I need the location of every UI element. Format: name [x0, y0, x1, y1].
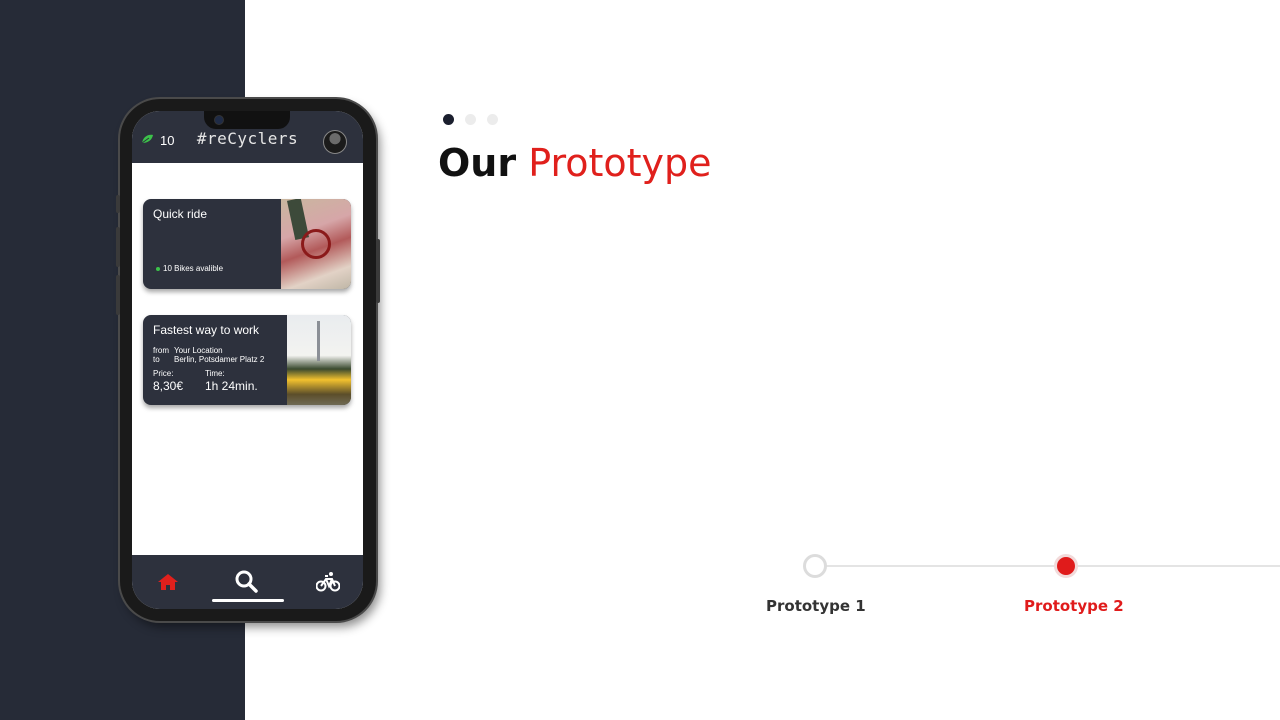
- user-avatar[interactable]: [323, 130, 347, 154]
- timeline-node-prototype-2[interactable]: [1054, 554, 1078, 578]
- card-title: Fastest way to work: [153, 323, 260, 337]
- phone-mute-switch: [116, 195, 120, 213]
- phone-volume-up: [116, 227, 120, 267]
- timeline-node-prototype-1[interactable]: [803, 554, 827, 578]
- title-accent: Prototype: [528, 141, 712, 185]
- front-camera: [214, 115, 224, 125]
- timeline-track: [816, 565, 1280, 567]
- from-value: Your Location: [174, 346, 223, 355]
- quick-ride-card[interactable]: Quick ride 10 Bikes avalible: [143, 199, 351, 289]
- folding-bike-image: [281, 199, 351, 289]
- price-label: Price:: [153, 369, 174, 378]
- bikes-available-status: 10 Bikes avalible: [163, 264, 224, 273]
- phone-volume-down: [116, 275, 120, 315]
- card-title: Quick ride: [153, 207, 208, 221]
- to-label: to: [153, 355, 160, 364]
- time-value: 1h 24min.: [205, 379, 258, 393]
- home-indicator: [212, 599, 284, 602]
- home-icon[interactable]: [157, 573, 179, 591]
- from-label: from: [153, 346, 169, 355]
- fastest-way-card[interactable]: Fastest way to work from Your Location t…: [143, 315, 351, 405]
- timeline-label-prototype-1[interactable]: Prototype 1: [766, 597, 866, 615]
- to-value: Berlin, Potsdamer Platz 2: [174, 355, 265, 364]
- pager-dot-active[interactable]: [443, 114, 454, 125]
- bottom-navigation: [132, 555, 363, 609]
- phone-notch: [204, 111, 290, 129]
- pager-dot[interactable]: [465, 114, 476, 125]
- price-value: 8,30€: [153, 379, 184, 393]
- time-label: Time:: [205, 369, 225, 378]
- timeline-label-prototype-2[interactable]: Prototype 2: [1024, 597, 1124, 615]
- berlin-tram-image: [287, 315, 351, 405]
- pager-dot[interactable]: [487, 114, 498, 125]
- phone-power-button: [376, 239, 380, 303]
- bike-icon[interactable]: [316, 571, 340, 593]
- phone-screen: 10 #reCyclers Quick ride 10 Bikes avalib…: [132, 111, 363, 609]
- photo-bike-wheel: [301, 229, 331, 259]
- phone-mockup: 10 #reCyclers Quick ride 10 Bikes avalib…: [116, 99, 380, 621]
- title-bold: Our: [438, 141, 517, 185]
- page-title: Our Prototype: [438, 140, 712, 186]
- photo-tv-tower: [317, 321, 320, 361]
- search-icon[interactable]: [234, 569, 258, 593]
- availability-dot-icon: [156, 267, 160, 271]
